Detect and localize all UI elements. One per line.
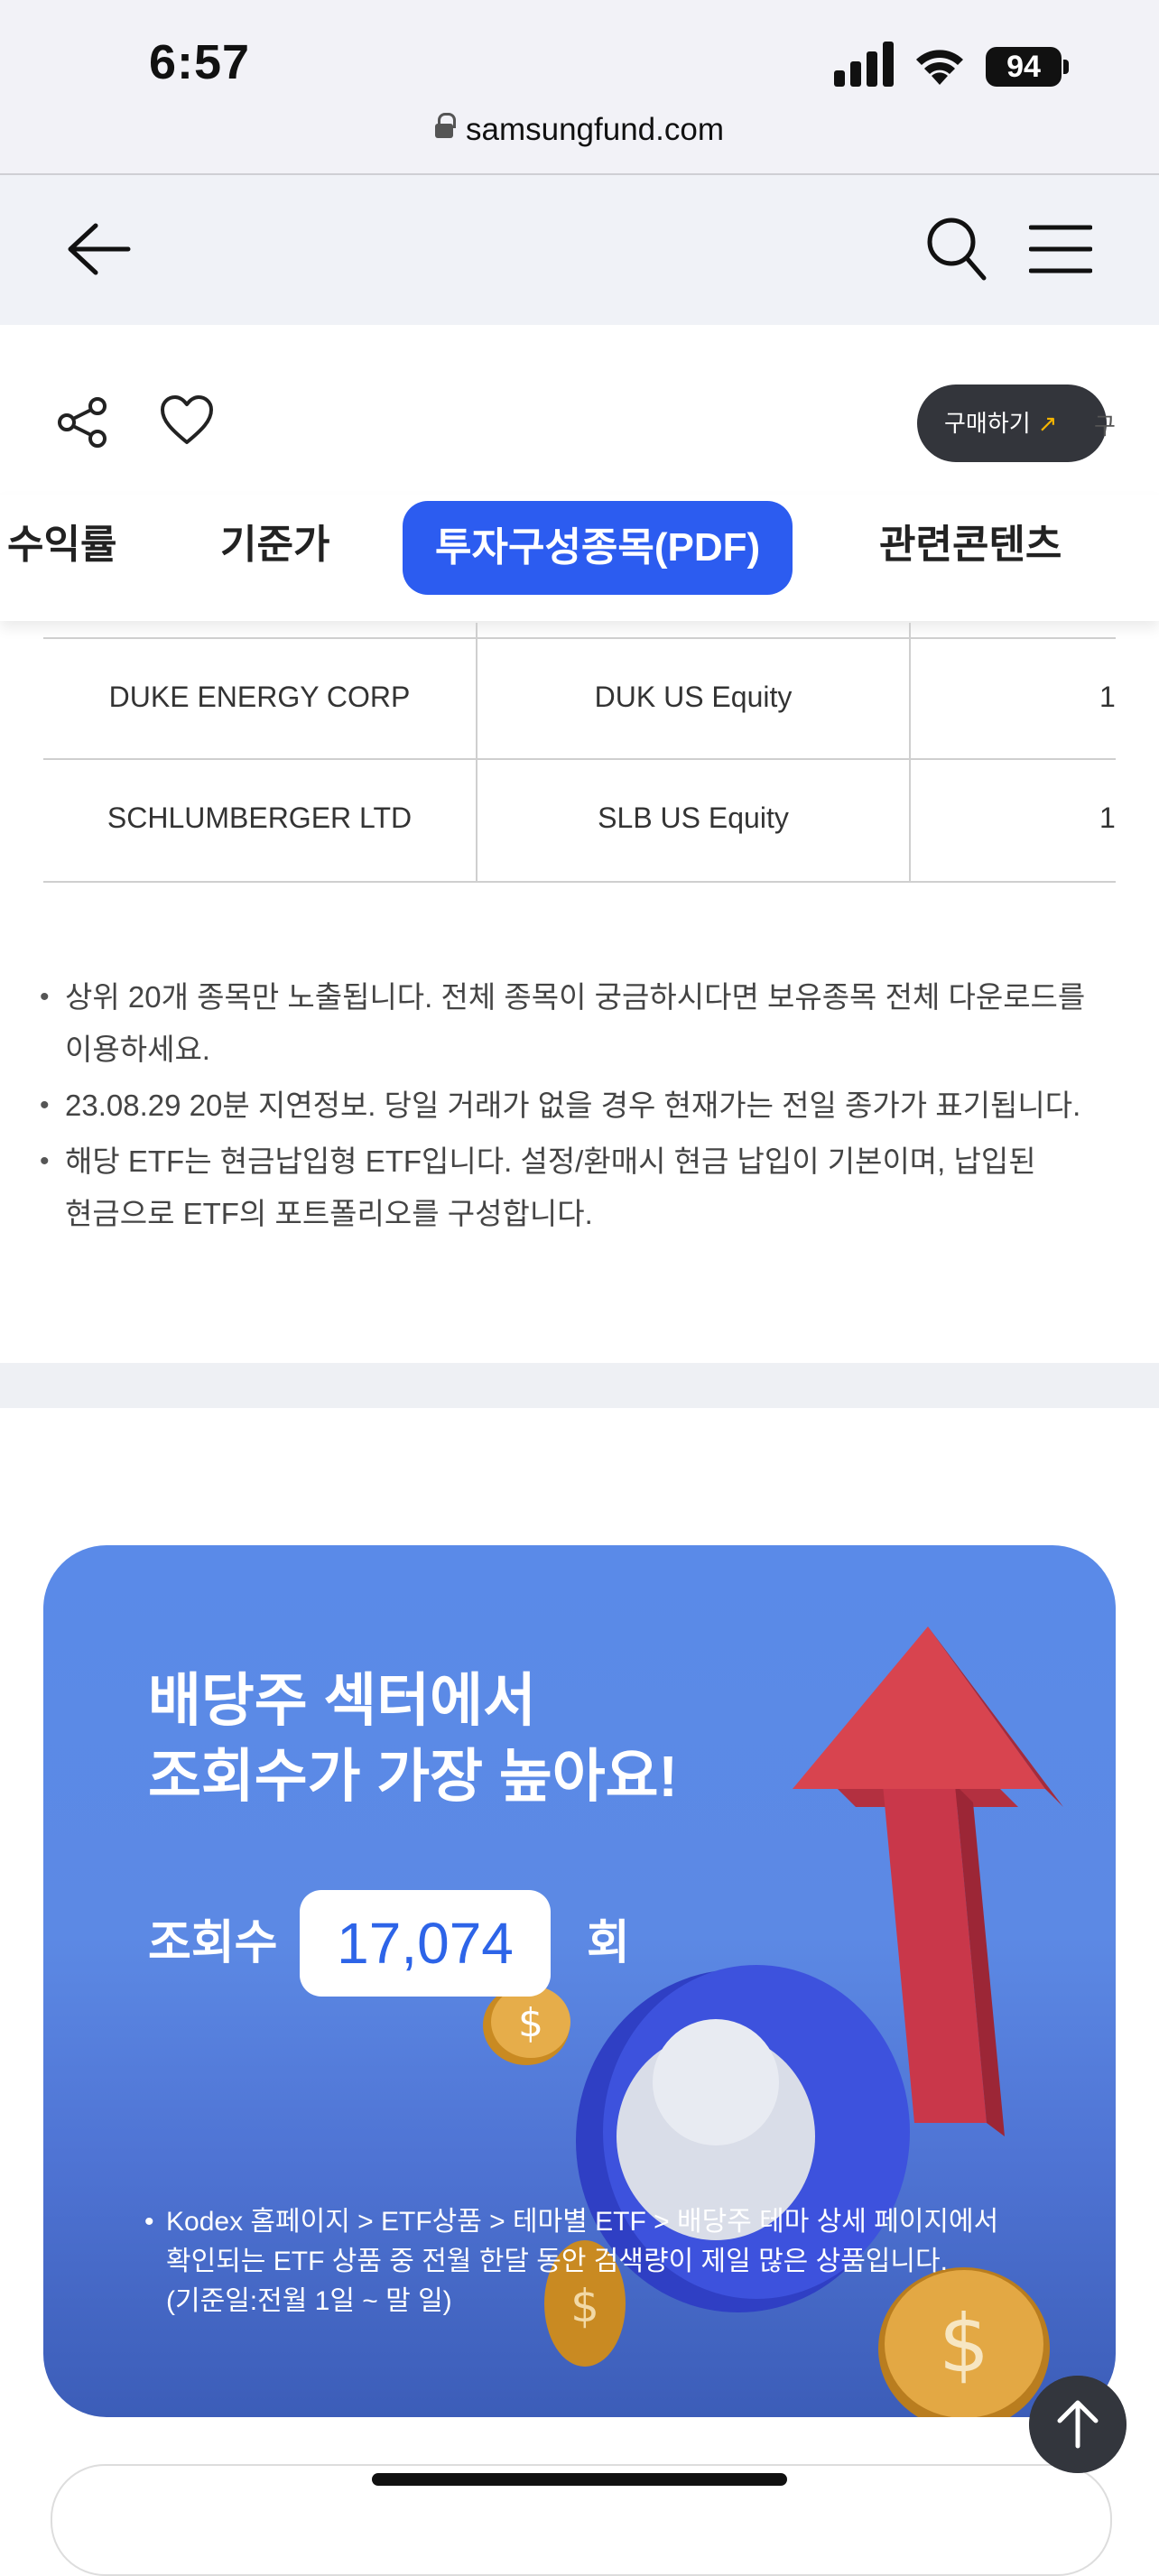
status-time: 6:57	[149, 35, 251, 89]
holding-value: 1(	[1099, 802, 1116, 834]
bullet: •	[40, 982, 50, 1012]
lock-icon	[435, 113, 456, 138]
scroll-to-top-button[interactable]	[1029, 2376, 1127, 2473]
holding-ticker: SLB US Equity	[598, 802, 789, 834]
promo-note-line3: (기준일:전월 1일 ~ 말 일)	[166, 2286, 452, 2316]
tab-bar: 수익률 기준가 투자구성종목(PDF) 관련콘텐츠	[0, 495, 1159, 621]
promo-note-line2: 확인되는 ETF 상품 중 전월 한달 동안 검색량이 제일 많은 상품입니다.	[166, 2247, 948, 2276]
notice-text-cont: 현금으로 ETF의 포트폴리오를 구성합니다.	[65, 1197, 593, 1230]
url-bar[interactable]: samsungfund.com	[0, 112, 1159, 148]
notice-item: • 해당 ETF는 현금납입형 ETF입니다. 설정/환매시 현금 납입이 기본…	[40, 1135, 1123, 1240]
views-label: 조회수	[148, 1917, 278, 1969]
table-row: SCHLUMBERGER LTD SLB US Equity 1(	[43, 760, 1116, 881]
wifi-icon	[916, 50, 963, 85]
battery-tip-icon	[1063, 60, 1069, 74]
external-arrow-icon: ↗	[1037, 410, 1058, 437]
holding-name: SCHLUMBERGER LTD	[107, 802, 413, 834]
bullet: •	[40, 1146, 50, 1176]
promo-note: • Kodex 홈페이지 > ETF상품 > 테마별 ETF > 배당주 테마 …	[144, 2202, 1065, 2321]
notice-text: 해당 ETF는 현금납입형 ETF입니다. 설정/환매시 현금 납입이 기본이며…	[65, 1144, 1036, 1178]
views-unit: 회	[587, 1917, 630, 1969]
promo-title: 배당주 섹터에서 조회수가 가장 높아요!	[148, 1663, 678, 1814]
search-icon[interactable]	[924, 215, 987, 283]
notice-text: 23.08.29 20분 지연정보. 당일 거래가 없을 경우 현재가는 전일 …	[65, 1089, 1081, 1122]
heart-icon[interactable]	[159, 394, 215, 448]
promo-note-line1: Kodex 홈페이지 > ETF상품 > 테마별 ETF > 배당주 테마 상세…	[166, 2207, 999, 2237]
promo-title-line1: 배당주 섹터에서	[148, 1668, 536, 1733]
holding-name: DUKE ENERGY CORP	[108, 681, 411, 713]
bullet: •	[144, 2207, 154, 2237]
table-border	[43, 881, 1116, 883]
buy-button[interactable]: 구매하기 ↗	[917, 385, 1107, 462]
cellular-signal-icon	[834, 42, 894, 87]
hamburger-menu-icon[interactable]	[1029, 224, 1092, 274]
promo-card[interactable]: $ $ $ 배당주 섹터에서 조회수가 가장 높아요! 조회수 17,074 회…	[43, 1545, 1116, 2417]
holding-value: 1(	[1099, 681, 1116, 713]
holding-ticker: DUK US Equity	[594, 681, 793, 713]
tab-related-content[interactable]: 관련콘텐츠	[879, 495, 1062, 596]
battery-indicator: 94	[986, 47, 1062, 87]
svg-text:$: $	[518, 2000, 543, 2046]
notice-text: 상위 20개 종목만 노출됩니다. 전체 종목이 궁금하시다면 보유종목 전체 …	[65, 980, 1086, 1014]
notice-item: • 23.08.29 20분 지연정보. 당일 거래가 없을 경우 현재가는 전…	[40, 1080, 1123, 1132]
views-count: 17,074	[300, 1890, 551, 1997]
section-divider	[0, 1363, 1159, 1408]
tab-nav[interactable]: 기준가	[220, 495, 329, 596]
url-text: samsungfund.com	[466, 112, 724, 147]
tab-pdf-holdings[interactable]: 투자구성종목(PDF)	[403, 501, 793, 595]
promo-title-line2: 조회수가 가장 높아요!	[148, 1744, 678, 1809]
back-arrow-icon[interactable]	[63, 220, 132, 278]
table-row: DUKE ENERGY CORP DUK US Equity 1(	[43, 639, 1116, 758]
coin-icon: $	[483, 1986, 570, 2065]
notice-item: • 상위 20개 종목만 노출됩니다. 전체 종목이 궁금하시다면 보유종목 전…	[40, 971, 1123, 1076]
buy-button-label: 구매하기	[944, 410, 1031, 437]
notice-text-cont: 이용하세요.	[65, 1033, 210, 1066]
next-action-button[interactable]: 구	[1094, 408, 1116, 441]
home-indicator	[372, 2473, 787, 2486]
tab-returns[interactable]: 수익률	[7, 495, 116, 596]
bullet: •	[40, 1090, 50, 1120]
share-icon[interactable]	[56, 397, 110, 448]
